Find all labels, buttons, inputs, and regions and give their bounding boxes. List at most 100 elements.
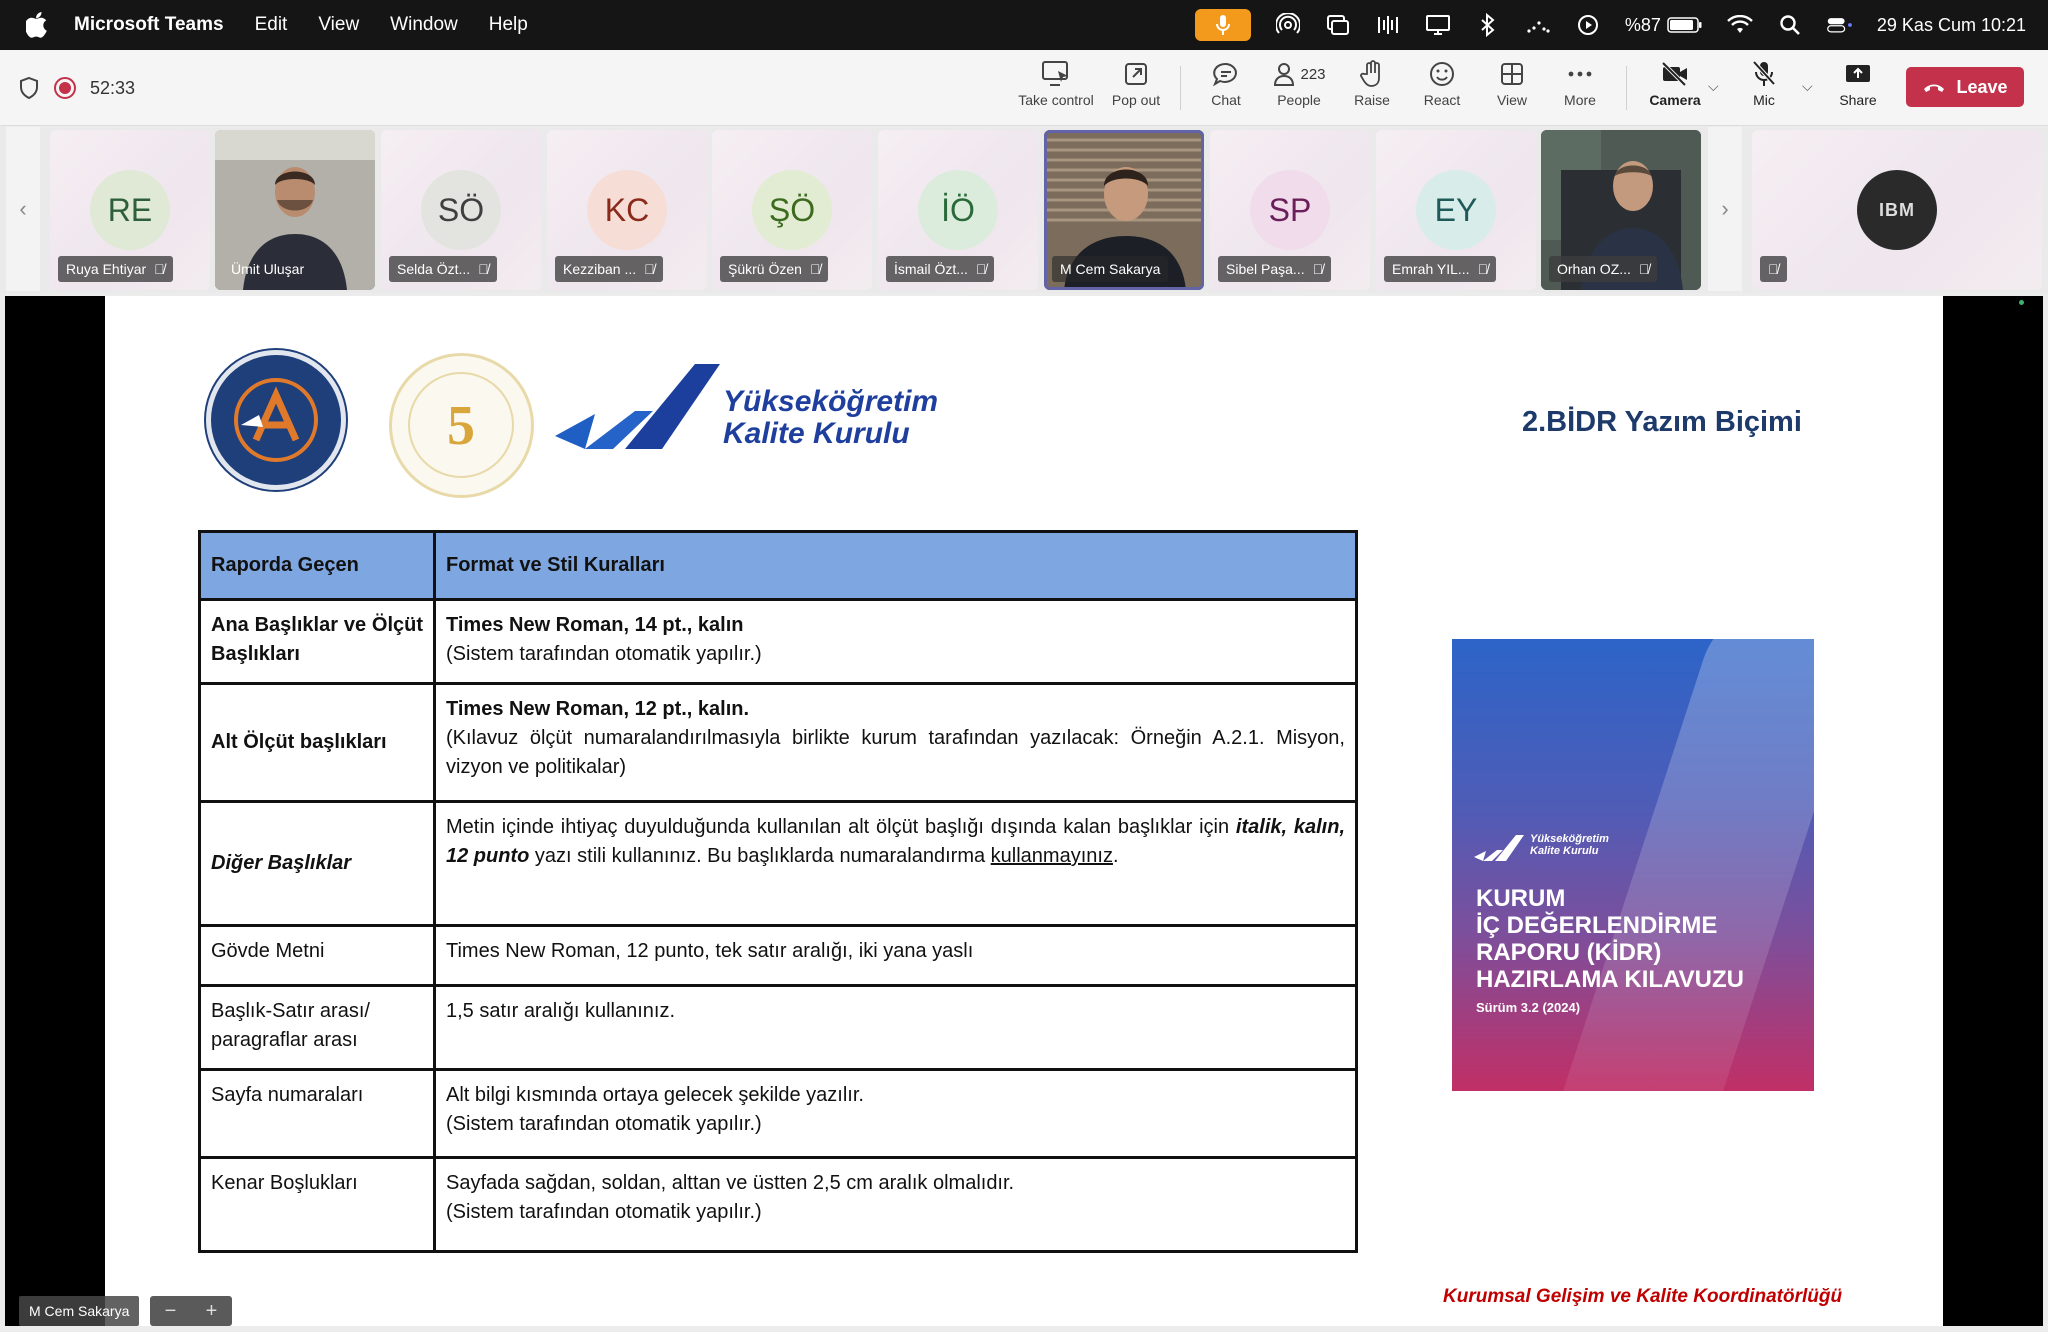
activity-icon[interactable] [1525, 12, 1551, 38]
participant-tile[interactable]: EY Emrah YIL... 🎙̸ [1376, 130, 1536, 290]
muted-mic-icon: 🎙̸ [644, 261, 655, 277]
row-label: Alt Ölçüt başlıkları [198, 682, 436, 803]
row-label: Kenar Boşlukları [198, 1156, 436, 1253]
row-value-line: Times New Roman, 14 pt., kalın [446, 614, 744, 636]
row-value-line: (Kılavuz ölçüt numaralandırılmasıyla bir… [446, 727, 1345, 778]
people-button[interactable]: 223 People [1264, 56, 1334, 120]
participant-tile[interactable]: ŞÖ Şükrü Özen 🎙̸ [712, 130, 872, 290]
akdeniz-university-logo [206, 350, 346, 490]
cover-title-line: HAZIRLAMA KILAVUZU [1476, 966, 1744, 993]
spotlight-search-icon[interactable] [1777, 12, 1803, 38]
apple-icon[interactable] [26, 12, 56, 38]
camera-button[interactable]: Camera [1640, 56, 1710, 120]
cover-brand-line1: Yükseköğretim [1530, 833, 1609, 845]
windows-icon[interactable] [1325, 12, 1351, 38]
shield-icon[interactable] [18, 76, 40, 100]
participant-tile[interactable]: IBM 🎙̸ [1752, 130, 2042, 290]
cover-title-line: RAPORU (KİDR) [1476, 939, 1662, 966]
control-center-icon[interactable] [1827, 12, 1853, 38]
strip-prev-chevron-icon[interactable]: ‹ [6, 127, 40, 291]
clock-datetime[interactable]: 29 Kas Cum 10:21 [1877, 15, 2026, 36]
zoom-out-icon[interactable]: − [165, 1300, 177, 1323]
strip-next-chevron-icon[interactable]: › [1708, 127, 1742, 291]
participant-tile[interactable]: KC Kezziban ... 🎙̸ [547, 130, 707, 290]
people-icon-group: 223 [1272, 56, 1326, 92]
bluetooth-icon[interactable] [1475, 12, 1501, 38]
app-name-menu[interactable]: Microsoft Teams [74, 14, 224, 36]
menu-help[interactable]: Help [489, 14, 528, 36]
react-button[interactable]: React [1412, 56, 1472, 120]
participant-tile-video[interactable]: Orhan OZ... 🎙̸ [1541, 130, 1701, 290]
row-value: Sayfada sağdan, soldan, alttan ve üstten… [433, 1156, 1358, 1253]
pop-out-button[interactable]: Pop out [1104, 56, 1168, 120]
take-control-label: Take control [1018, 92, 1094, 108]
airdrop-icon[interactable] [1275, 12, 1301, 38]
row-label: Başlık-Satır arası/ paragraflar arası [198, 984, 436, 1071]
participant-tile-video[interactable]: Ümit Uluşar [215, 130, 375, 290]
share-button[interactable]: Share [1828, 56, 1888, 120]
participant-name: Şükrü Özen [728, 261, 802, 277]
muted-mic-icon: 🎙̸ [1312, 261, 1324, 277]
raise-hand-button[interactable]: Raise [1342, 56, 1402, 120]
row-value-line: (Sistem tarafından otomatik yapılır.) [446, 643, 762, 665]
participant-name: Emrah YIL... [1392, 261, 1470, 277]
mic-button[interactable]: Mic [1734, 56, 1794, 120]
zoom-in-icon[interactable]: + [206, 1300, 218, 1323]
row-value-line: (Sistem tarafından otomatik yapılır.) [446, 1201, 762, 1223]
toolbar-divider [1626, 66, 1627, 110]
chat-icon [1212, 56, 1240, 92]
mic-in-use-icon[interactable] [1194, 9, 1251, 41]
camera-label: Camera [1649, 92, 1701, 108]
header-cell: Format ve Stil Kuralları [433, 530, 1358, 601]
participant-tile[interactable]: SÖ Selda Özt... 🎙̸ [381, 130, 541, 290]
battery-status[interactable]: %87 [1625, 15, 1703, 36]
row-value: Alt bilgi kısmında ortaya gelecek şekild… [433, 1068, 1358, 1159]
row-value: 1,5 satır aralığı kullanınız. [433, 984, 1358, 1071]
take-control-button[interactable]: Take control [1014, 56, 1098, 120]
more-label: More [1564, 92, 1596, 108]
presenter-name-label: M Cem Sakarya [19, 1296, 140, 1326]
participant-name: M Cem Sakarya [1060, 261, 1161, 277]
cover-brand-text: Yükseköğretim Kalite Kurulu [1530, 833, 1609, 857]
hand-icon [1360, 56, 1384, 92]
leave-button[interactable]: Leave [1906, 67, 2024, 107]
row-value-text: . [1112, 845, 1119, 867]
slide-title: 2.BİDR Yazım Biçimi [1522, 406, 1802, 438]
view-button[interactable]: View [1482, 56, 1542, 120]
avatar: KC [587, 170, 667, 250]
play-icon[interactable] [1575, 12, 1601, 38]
menu-edit[interactable]: Edit [255, 14, 288, 36]
chat-button[interactable]: Chat [1196, 56, 1256, 120]
chat-label: Chat [1211, 92, 1241, 108]
presence-dot [2019, 300, 2024, 305]
participant-tile[interactable]: RE Ruya Ehtiyar 🎙̸ [50, 130, 210, 290]
participant-tile[interactable]: SP Sibel Paşa... 🎙̸ [1210, 130, 1370, 290]
row-value-text: Metin içinde ihtiyaç duyulduğunda kullan… [446, 816, 1236, 838]
yok-logo-text: Yükseköğretim Kalite Kurulu [723, 386, 938, 450]
participant-name-bar: Ümit Uluşar [223, 256, 312, 282]
camera-options-chevron-icon[interactable]: ⌵ [1708, 78, 1719, 95]
menu-view[interactable]: View [318, 14, 359, 36]
row-value-line: Times New Roman, 12 pt., kalın. [446, 698, 750, 720]
display-icon[interactable] [1425, 12, 1451, 38]
svg-text:5: 5 [447, 395, 475, 457]
cover-decorative-streak [1541, 639, 1814, 1091]
people-label: People [1277, 92, 1321, 108]
table-row: Diğer Başlıklar Metin içinde ihtiyaç duy… [198, 800, 1358, 927]
participant-name: Selda Özt... [397, 261, 471, 277]
muted-mic-icon: 🎙̸ [1638, 261, 1650, 277]
toolbar-divider [1180, 66, 1181, 110]
mic-options-chevron-icon[interactable]: ⌵ [1802, 78, 1813, 95]
participant-strip: ‹ RE Ruya Ehtiyar 🎙̸ Ümit Uluşar SÖ Selda… [0, 127, 2048, 293]
avatar: EY [1416, 170, 1496, 250]
shared-screen-stage: 5 Yükseköğretim Kalite Kurulu 2.BİDR Yaz… [5, 296, 2043, 1326]
participant-tile-video-active-speaker[interactable]: M Cem Sakarya [1044, 130, 1204, 290]
avatar: RE [90, 170, 170, 250]
participant-tile[interactable]: İÖ İsmail Özt... 🎙̸ [878, 130, 1038, 290]
broadcast-icon[interactable] [1375, 12, 1401, 38]
menu-window[interactable]: Window [390, 14, 458, 36]
wifi-icon[interactable] [1727, 12, 1753, 38]
participant-name-bar: M Cem Sakarya [1052, 256, 1169, 282]
more-button[interactable]: More [1550, 56, 1610, 120]
cover-title-line: İÇ DEĞERLENDİRME [1476, 912, 1718, 939]
